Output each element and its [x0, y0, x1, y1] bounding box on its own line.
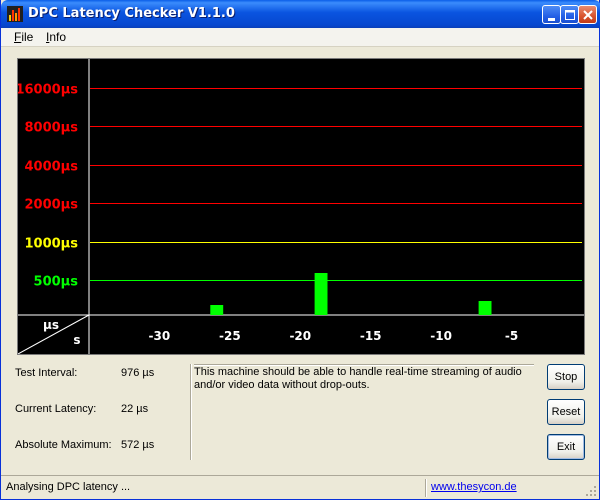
- latency-bar: [478, 301, 492, 315]
- window-title: DPC Latency Checker V1.1.0: [28, 6, 235, 21]
- test-interval-value: 976 µs: [121, 367, 155, 379]
- y-tick-label: 500µs: [34, 275, 79, 290]
- website-link[interactable]: www.thesycon.de: [431, 481, 517, 493]
- latency-chart-svg: 16000µs 8000µs 4000µs 2000µs 1000µs 500µs -30 -…: [18, 59, 584, 354]
- latency-bar: [210, 305, 224, 315]
- stop-button[interactable]: Stop: [547, 364, 585, 390]
- absolute-maximum-label: Absolute Maximum:: [15, 439, 112, 451]
- exit-button[interactable]: Exit: [547, 434, 585, 460]
- menu-info-label: nfo: [49, 30, 67, 44]
- reset-button[interactable]: Reset: [547, 399, 585, 425]
- status-bar: Analysing DPC latency ... www.thesycon.d…: [1, 475, 599, 499]
- status-message: This machine should be able to handle re…: [194, 366, 522, 391]
- title-bar[interactable]: DPC Latency Checker V1.1.0: [1, 0, 600, 28]
- menu-file[interactable]: File: [14, 30, 33, 44]
- x-tick-label: -20: [289, 329, 311, 343]
- app-icon: [7, 6, 23, 22]
- menu-info[interactable]: Info: [46, 30, 66, 44]
- status-divider: [425, 479, 427, 497]
- x-tick-label: -25: [219, 329, 241, 343]
- x-unit-label: s: [73, 333, 80, 347]
- resize-grip-icon[interactable]: [585, 485, 597, 497]
- app-window: DPC Latency Checker V1.1.0 File Info 160…: [0, 0, 600, 500]
- y-unit-label: µs: [43, 318, 59, 332]
- close-icon: [583, 10, 593, 20]
- y-tick-label: 4000µs: [25, 160, 79, 175]
- latency-chart: 16000µs 8000µs 4000µs 2000µs 1000µs 500µs -30 -…: [17, 58, 585, 355]
- menu-file-label: ile: [21, 30, 34, 44]
- maximize-button[interactable]: [560, 5, 579, 24]
- x-tick-label: -10: [430, 329, 452, 343]
- close-button[interactable]: [578, 5, 597, 24]
- x-tick-label: -30: [149, 329, 171, 343]
- current-latency-label: Current Latency:: [15, 403, 97, 415]
- menu-bar: File Info: [1, 28, 599, 47]
- test-interval-label: Test Interval:: [15, 367, 78, 379]
- info-divider: [190, 364, 192, 460]
- y-tick-label: 8000µs: [25, 121, 79, 136]
- latency-bar: [314, 273, 328, 315]
- x-tick-label: -15: [360, 329, 382, 343]
- minimize-button[interactable]: [542, 5, 561, 24]
- x-tick-label: -5: [505, 329, 518, 343]
- status-text: Analysing DPC latency ...: [6, 481, 131, 493]
- absolute-maximum-value: 572 µs: [121, 439, 155, 451]
- y-tick-label: 1000µs: [25, 237, 79, 252]
- y-tick-label: 2000µs: [25, 198, 79, 213]
- current-latency-value: 22 µs: [121, 403, 149, 415]
- y-tick-label: 16000µs: [18, 83, 78, 98]
